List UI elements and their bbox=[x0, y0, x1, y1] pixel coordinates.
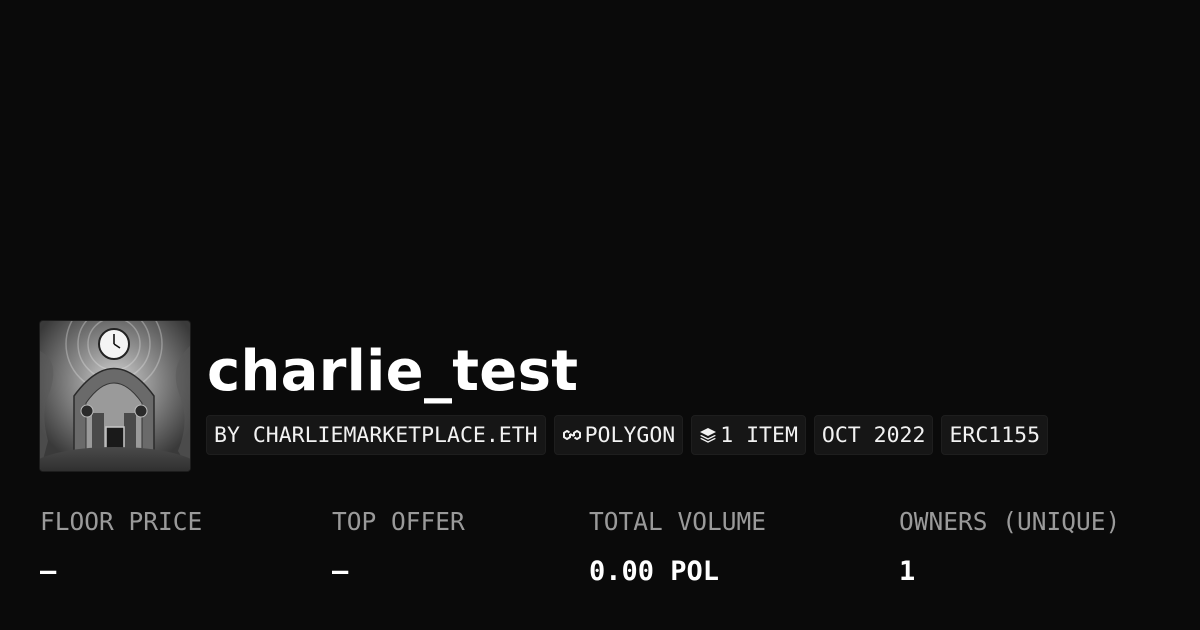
items-label: 1 ITEM bbox=[720, 422, 798, 448]
creator-label: BY CHARLIEMARKETPLACE.ETH bbox=[214, 422, 538, 448]
owners-value: 1 bbox=[899, 556, 916, 587]
token-standard-tag: ERC1155 bbox=[941, 415, 1049, 455]
top-offer-stat: TOP OFFER – bbox=[332, 504, 465, 590]
chain-label: POLYGON bbox=[584, 422, 676, 448]
chain-tag[interactable]: POLYGON bbox=[553, 415, 684, 455]
creator-tag[interactable]: BY CHARLIEMARKETPLACE.ETH bbox=[206, 415, 546, 455]
collection-avatar bbox=[40, 321, 190, 471]
collection-artwork bbox=[40, 321, 190, 471]
polygon-chain-icon bbox=[562, 427, 582, 443]
floor-price-value: – bbox=[40, 556, 57, 587]
floor-price-stat: FLOOR PRICE – bbox=[40, 504, 202, 590]
collection-tags: BY CHARLIEMARKETPLACE.ETH POLYGON 1 ITEM… bbox=[206, 415, 1049, 455]
total-volume-value: 0.00 POL bbox=[589, 556, 720, 587]
token-standard-label: ERC1155 bbox=[949, 422, 1041, 448]
floor-price-label: FLOOR PRICE bbox=[40, 507, 203, 536]
total-volume-stat: TOTAL VOLUME 0.00 POL bbox=[589, 504, 766, 590]
layers-icon bbox=[699, 427, 717, 443]
owners-label: OWNERS (UNIQUE) bbox=[899, 507, 1121, 536]
total-volume-label: TOTAL VOLUME bbox=[589, 507, 767, 536]
top-offer-value: – bbox=[332, 556, 349, 587]
collection-title: charlie_test bbox=[207, 339, 579, 404]
created-date-label: OCT 2022 bbox=[821, 422, 926, 448]
owners-stat: OWNERS (UNIQUE) 1 bbox=[899, 504, 1120, 590]
items-tag[interactable]: 1 ITEM bbox=[691, 415, 806, 455]
top-offer-label: TOP OFFER bbox=[332, 507, 465, 536]
created-date-tag: OCT 2022 bbox=[813, 415, 934, 455]
